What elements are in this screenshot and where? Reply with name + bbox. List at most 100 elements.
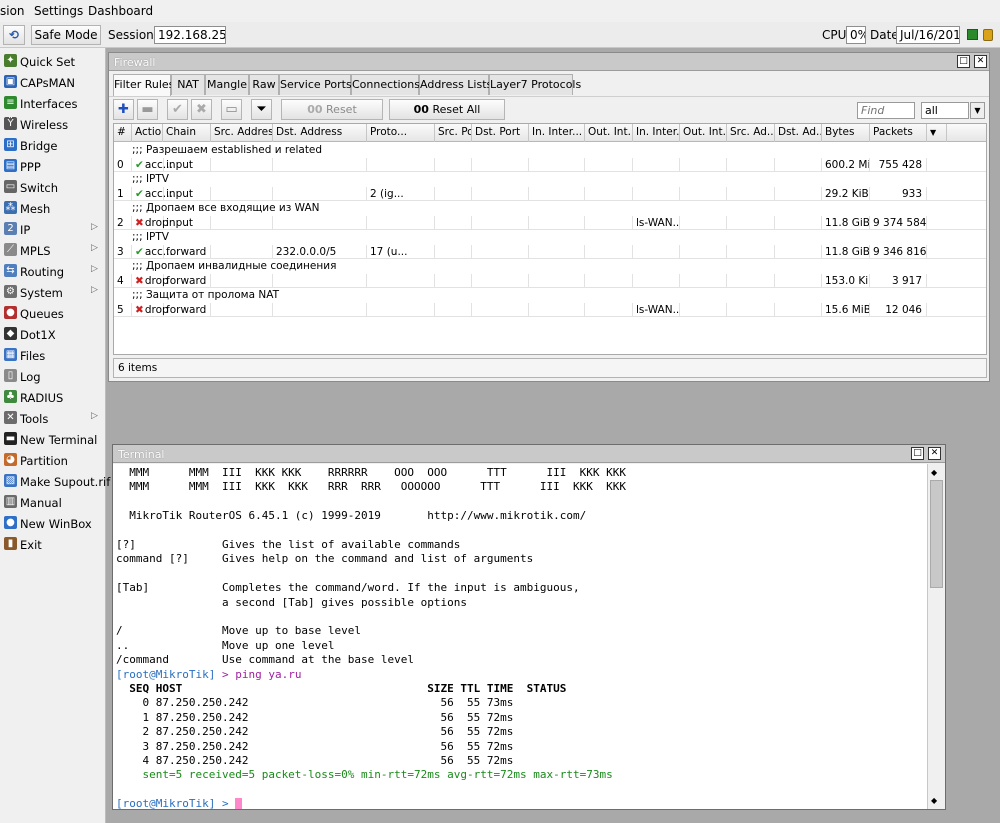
tab-mangle[interactable]: Mangle [205, 74, 249, 95]
sidebar-item-routing[interactable]: ⇆ Routing ▷ [0, 261, 106, 282]
terminal-scrollbar[interactable]: ◆ ◆ [927, 464, 945, 809]
sidebar-item-mesh[interactable]: ⁂ Mesh [0, 198, 106, 219]
table-row[interactable]: 0✔acc...input 600.2 MiB755 428 [114, 157, 986, 172]
column-header[interactable]: Action [132, 124, 163, 142]
enable-rule-button[interactable]: ✔ [167, 99, 188, 120]
reset-counters-button[interactable]: 00 Reset Counters [281, 99, 383, 135]
column-header[interactable]: In. Inter... [529, 124, 585, 142]
column-header[interactable]: Bytes [822, 124, 870, 142]
column-header[interactable]: Src. Port [435, 124, 472, 142]
menu-session[interactable]: sion [0, 4, 25, 18]
tab-raw[interactable]: Raw [249, 74, 279, 95]
firewall-title-bar[interactable]: Firewall □ ✕ [109, 53, 989, 71]
sidebar-item-new-winbox[interactable]: ● New WinBox [0, 513, 106, 534]
sidebar-item-queues[interactable]: ● Queues [0, 303, 106, 324]
terminal-close-button[interactable]: ✕ [928, 447, 941, 460]
comment-button[interactable]: ▭ [221, 99, 242, 120]
column-header[interactable]: Src. Address [211, 124, 273, 142]
tab-address-lists[interactable]: Address Lists [419, 74, 492, 95]
submenu-arrow-icon: ▷ [91, 264, 98, 274]
terminal-maximize-button[interactable]: □ [911, 447, 924, 460]
sidebar-item-ppp[interactable]: ▤ PPP [0, 156, 106, 177]
column-header[interactable]: Proto... [367, 124, 435, 142]
column-header[interactable]: Src. Ad... [727, 124, 775, 142]
sidebar-item-switch[interactable]: ▭ Switch [0, 177, 106, 198]
table-row[interactable]: 2 ✖drop input ls-WAN... 11.8 GiB 9 374 584 [114, 215, 986, 230]
table-row[interactable]: 1 ✔acc... input 2 (ig... 29.2 KiB 933 [114, 186, 986, 201]
sidebar-item-interfaces[interactable]: ≡ Interfaces [0, 93, 106, 114]
sidebar-item-quick-set[interactable]: ✦ Quick Set [0, 51, 106, 72]
sidebar-item-wireless[interactable]: Ϋ Wireless [0, 114, 106, 135]
sidebar-item-system[interactable]: ⚙ System ▷ [0, 282, 106, 303]
terminal-final-prompt[interactable]: [root@MikroTik] > [116, 797, 243, 809]
rule-comment-row[interactable]: ;;; Дропаем инвалидные соединения [114, 259, 986, 274]
maximize-button[interactable]: □ [957, 55, 970, 68]
table-row[interactable]: 5 ✖drop forward ls-WAN... 15.6 MiB 12 046 [114, 302, 986, 317]
undo-button[interactable]: ⟲ [3, 25, 25, 45]
rule-comment-row[interactable]: ;;; Дропаем все входящие из WAN [114, 201, 986, 216]
status-bar: 6 items [113, 358, 987, 378]
column-header[interactable]: Dst. Ad... [775, 124, 822, 142]
rule-comment-row[interactable]: ;;; Разрешаем established и related [114, 143, 986, 158]
sidebar-item-mpls[interactable]: ⟋ MPLS ▷ [0, 240, 106, 261]
table-row[interactable]: 3 ✔acc... forward 232.0.0.0/5 17 (u... 11.8 G… [114, 244, 986, 259]
find-input[interactable] [857, 102, 915, 119]
column-header[interactable]: Out. Int... [680, 124, 727, 142]
rule-comment-row[interactable]: ;;; IPTV [114, 172, 986, 187]
filter-dropdown-button[interactable]: ▼ [970, 102, 985, 119]
log-icon: ▯ [4, 369, 17, 382]
sidebar-item-log[interactable]: ▯ Log [0, 366, 106, 387]
table-row[interactable]: 4✖dropforward 153.0 KiB3 917 [114, 273, 986, 288]
close-button[interactable]: ✕ [974, 55, 987, 68]
scrollbar-thumb[interactable] [930, 480, 943, 588]
sidebar-item-label: Mesh [20, 202, 51, 216]
tab-nat[interactable]: NAT [171, 74, 205, 95]
terminal-title-bar[interactable]: Terminal □ ✕ [113, 445, 945, 463]
column-header[interactable]: Dst. Address [273, 124, 367, 142]
tab-layer7-protocols[interactable]: Layer7 Protocols [489, 74, 581, 95]
sidebar-item-manual[interactable]: ▥ Manual [0, 492, 106, 513]
routing-icon: ⇆ [4, 264, 17, 277]
add-rule-button[interactable]: ✚ [113, 99, 134, 120]
column-chooser-icon[interactable]: ▼ [927, 124, 947, 142]
menu-settings[interactable]: Settings [34, 4, 83, 18]
scroll-up-icon[interactable]: ◆ [931, 468, 937, 477]
cell-empty [727, 273, 775, 288]
column-header[interactable]: Dst. Port [472, 124, 529, 142]
column-header[interactable]: Packets [870, 124, 927, 142]
cell-empty [775, 186, 822, 201]
sidebar-item-exit[interactable]: ▮ Exit [0, 534, 106, 555]
sidebar-item-dot1x[interactable]: ◆ Dot1X [0, 324, 106, 345]
reset-all-counters-button[interactable]: 00 Reset All Counters [389, 99, 505, 135]
safe-mode-button[interactable]: Safe Mode [31, 25, 101, 45]
scroll-down-icon[interactable]: ◆ [931, 796, 937, 805]
ping-result-row: 4 87.250.250.242 56 55 72ms [116, 754, 514, 767]
sidebar-item-make-supout-rif[interactable]: ▧ Make Supout.rif [0, 471, 110, 492]
sidebar-item-tools[interactable]: ✕ Tools ▷ [0, 408, 106, 429]
sidebar-item-partition[interactable]: ◕ Partition [0, 450, 106, 471]
rule-comment-row[interactable]: ;;; IPTV [114, 230, 986, 245]
remove-rule-button[interactable]: ▬ [137, 99, 158, 120]
column-header[interactable]: # [114, 124, 132, 142]
tab-connections[interactable]: Connections [351, 74, 420, 95]
tab-service-ports[interactable]: Service Ports [279, 74, 352, 95]
drop-icon: ✖ [135, 274, 144, 287]
terminal-output[interactable]: MMM MMM III KKK KKK RRRRRR OOO OOO TTT I… [113, 464, 927, 809]
sidebar-item-bridge[interactable]: ⊞ Bridge [0, 135, 106, 156]
rule-comment-row[interactable]: ;;; Защита от пролома NAT [114, 288, 986, 303]
column-header[interactable]: Out. Int... [585, 124, 633, 142]
sidebar-item-radius[interactable]: ♣ RADIUS [0, 387, 106, 408]
cell-empty [585, 273, 633, 288]
tab-filter-rules[interactable]: Filter Rules [113, 74, 174, 96]
sidebar-item-files[interactable]: ▦ Files [0, 345, 106, 366]
sidebar-item-new-terminal[interactable]: ▬ New Terminal [0, 429, 106, 450]
filter-select[interactable]: all [921, 102, 969, 119]
column-header[interactable]: In. Inter... [633, 124, 680, 142]
session-field[interactable]: 192.168.253.1 [154, 26, 226, 44]
menu-dashboard[interactable]: Dashboard [88, 4, 153, 18]
column-header[interactable]: Chain [163, 124, 211, 142]
disable-rule-button[interactable]: ✖ [191, 99, 212, 120]
sidebar-item-capsman[interactable]: ▣ CAPsMAN [0, 72, 106, 93]
sidebar-item-ip[interactable]: 2 IP ▷ [0, 219, 106, 240]
filter-button[interactable]: ⏷ [251, 99, 272, 120]
